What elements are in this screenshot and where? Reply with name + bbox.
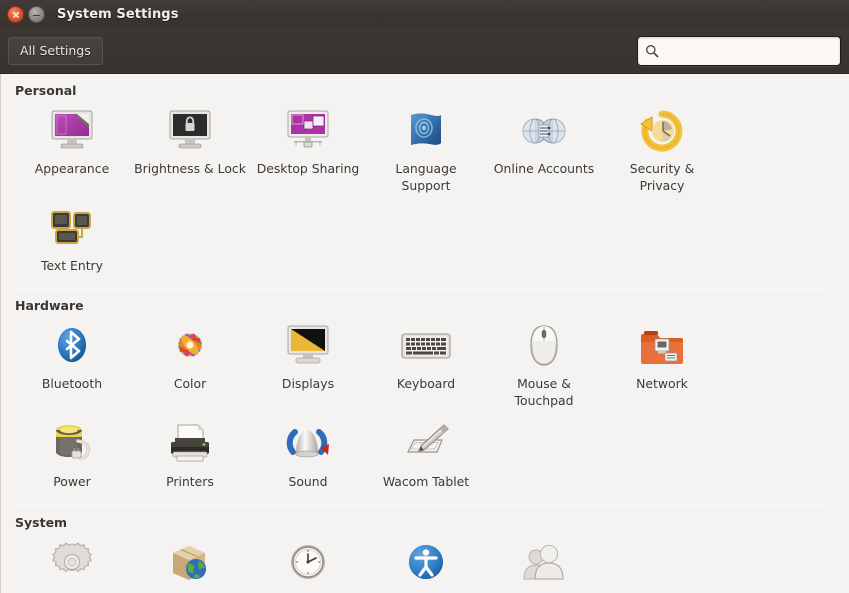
brightness-lock-icon — [164, 107, 216, 155]
settings-content: Personal Appearance Brightness & Lock De… — [0, 74, 849, 593]
time-date-icon — [282, 539, 334, 587]
settings-item-label: Keyboard — [396, 376, 456, 392]
settings-item-online-accounts[interactable]: Online Accounts — [485, 103, 603, 200]
settings-item-desktop-sharing[interactable]: Desktop Sharing — [249, 103, 367, 200]
settings-item-bluetooth[interactable]: Bluetooth — [13, 318, 131, 415]
settings-item-text-entry[interactable]: Text Entry — [13, 200, 131, 280]
settings-item-label: Appearance — [34, 161, 110, 176]
settings-item-mouse-touchpad[interactable]: Mouse & Touchpad — [485, 318, 603, 415]
all-settings-label: All Settings — [20, 43, 91, 58]
settings-item-color[interactable]: Color — [131, 318, 249, 415]
sound-icon — [282, 420, 334, 468]
all-settings-button[interactable]: All Settings — [8, 36, 103, 65]
window-title: System Settings — [57, 6, 179, 22]
settings-item-sound[interactable]: Sound — [249, 416, 367, 496]
settings-item-displays[interactable]: Displays — [249, 318, 367, 415]
wacom-tablet-icon — [400, 420, 452, 468]
minimize-icon[interactable] — [28, 5, 45, 23]
language-support-icon — [400, 107, 452, 155]
section-system: System Details — [13, 506, 835, 593]
color-icon — [164, 322, 216, 370]
settings-item-power[interactable]: Power — [13, 416, 131, 496]
settings-item-label: Language Support — [395, 161, 457, 194]
section-title-system: System — [15, 514, 68, 530]
details-icon — [46, 539, 98, 587]
settings-item-user-accounts[interactable]: User Accounts — [485, 535, 603, 593]
online-accounts-icon — [518, 107, 570, 155]
settings-item-label: Displays — [281, 376, 335, 392]
desktop-sharing-icon — [282, 107, 334, 155]
settings-item-appearance[interactable]: Appearance — [13, 103, 131, 200]
settings-item-time-date[interactable]: Time & Date — [249, 535, 367, 593]
settings-item-label: Desktop Sharing — [256, 161, 360, 176]
settings-item-label: Network — [636, 376, 688, 392]
section-personal: Personal Appearance Brightness & Lock De… — [13, 74, 835, 280]
settings-item-printers[interactable]: Printers — [131, 416, 249, 496]
settings-item-label: Sound — [288, 473, 328, 489]
settings-item-label: Bluetooth — [41, 376, 103, 392]
universal-access-icon — [400, 539, 452, 587]
grid-hardware: Bluetooth Color Displays Keyboard Mouse … — [13, 318, 835, 495]
printers-icon — [164, 420, 216, 468]
settings-item-network[interactable]: Network — [603, 318, 721, 415]
section-title-personal: Personal — [15, 83, 77, 98]
settings-item-universal-access[interactable]: Universal Access — [367, 535, 485, 593]
settings-item-label: Text Entry — [41, 258, 103, 274]
appearance-icon — [46, 107, 98, 155]
section-hardware: Hardware Bluetooth Color Displays Keyboa… — [13, 290, 835, 495]
power-icon — [46, 420, 98, 468]
close-icon[interactable] — [7, 5, 24, 23]
settings-item-wacom-tablet[interactable]: Wacom Tablet — [367, 416, 485, 496]
settings-item-language-support[interactable]: Language Support — [367, 103, 485, 200]
grid-system: Details — [13, 535, 835, 593]
search-container — [637, 35, 841, 66]
search-box[interactable] — [637, 35, 841, 66]
toolbar: All Settings — [0, 28, 849, 74]
settings-item-software-updates[interactable]: Software & Updates — [131, 535, 249, 593]
settings-item-details[interactable]: Details — [13, 535, 131, 593]
keyboard-icon — [400, 322, 452, 370]
settings-item-label: Security & Privacy — [629, 161, 695, 194]
settings-item-label: Online Accounts — [493, 161, 595, 176]
settings-item-label: Power — [53, 473, 91, 489]
settings-item-label: Brightness & Lock — [134, 161, 246, 176]
settings-item-label: Printers — [166, 473, 214, 489]
user-accounts-icon — [518, 539, 570, 587]
search-icon — [646, 44, 659, 57]
settings-item-security-privacy[interactable]: Security & Privacy — [603, 103, 721, 200]
network-icon — [636, 322, 688, 370]
displays-icon — [282, 322, 334, 370]
titlebar: System Settings — [0, 0, 849, 28]
settings-item-keyboard[interactable]: Keyboard — [367, 318, 485, 415]
settings-item-brightness-lock[interactable]: Brightness & Lock — [131, 103, 249, 200]
settings-item-label: Color — [173, 376, 207, 392]
text-entry-icon — [46, 204, 98, 252]
section-title-hardware: Hardware — [15, 298, 84, 314]
settings-item-label: Wacom Tablet — [382, 473, 470, 489]
security-privacy-icon — [636, 107, 688, 155]
search-input[interactable] — [659, 36, 833, 65]
system-settings-window: System Settings All Settings Personal Ap… — [0, 0, 849, 593]
mouse-touchpad-icon — [518, 322, 570, 370]
bluetooth-icon — [46, 322, 98, 370]
software-updates-icon — [164, 539, 216, 587]
settings-item-label: Mouse & Touchpad — [514, 376, 574, 409]
grid-personal: Appearance Brightness & Lock Desktop Sha… — [13, 103, 835, 280]
